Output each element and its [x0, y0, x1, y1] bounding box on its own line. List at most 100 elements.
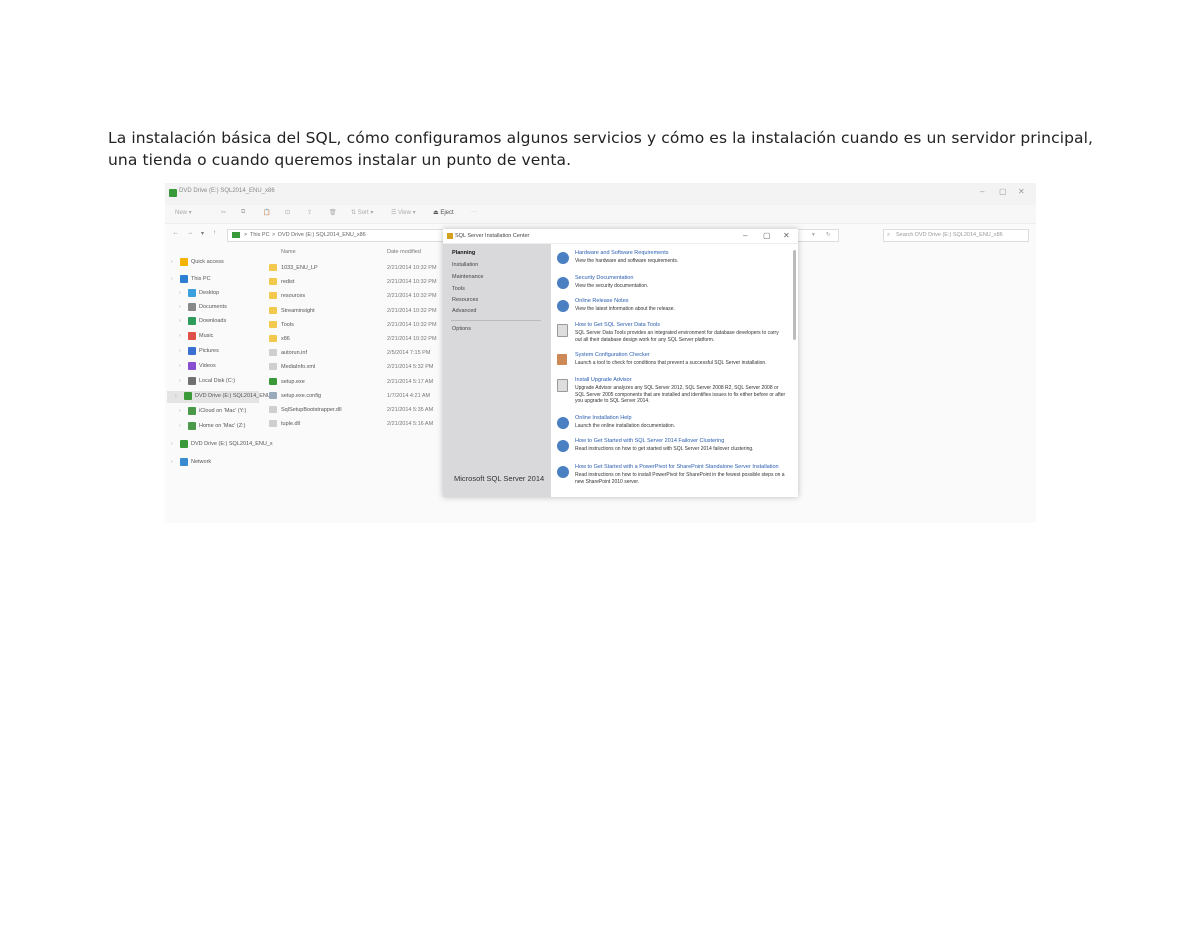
chevron-right-icon[interactable]: › — [179, 318, 181, 324]
sql-link-title[interactable]: How to Get Started with a PowerPivot for… — [575, 464, 779, 470]
file-row[interactable]: setup.exe.config 1/7/2014 4:21 AM — [269, 391, 449, 404]
share-icon[interactable]: ⇪ — [307, 209, 312, 216]
side-menu-item[interactable]: Maintenance — [452, 274, 484, 280]
file-icon — [269, 335, 277, 342]
nav-item[interactable]: › Quick access — [171, 257, 261, 269]
rename-icon[interactable]: ⊡ — [285, 209, 290, 216]
sql-link-title[interactable]: Install Upgrade Advisor — [575, 377, 632, 383]
more-button[interactable]: ··· — [471, 209, 477, 215]
chevron-right-icon[interactable]: › — [179, 304, 181, 310]
search-placeholder: Search DVD Drive (E:) SQL2014_ENU_x86 — [896, 232, 1003, 238]
delete-icon[interactable]: 🗑 — [329, 209, 337, 216]
file-icon — [269, 320, 277, 328]
nav-item-label: Home on 'Mac' (Z:) — [199, 423, 246, 429]
screenshot: DVD Drive (E:) SQL2014_ENU_x86 – ▢ ✕ New… — [165, 183, 1036, 523]
file-row[interactable]: SqlSetupBootstrapper.dll 2/21/2014 5:35 A… — [269, 405, 449, 418]
forward-icon[interactable]: → — [187, 230, 193, 236]
file-icon — [269, 278, 277, 286]
sql-link-title[interactable]: How to Get SQL Server Data Tools — [575, 322, 660, 328]
side-menu-item[interactable]: Resources — [452, 297, 478, 303]
cut-icon[interactable]: ✂ — [221, 209, 226, 216]
nav-item[interactable]: › Downloads — [171, 316, 261, 328]
chevron-right-icon[interactable]: › — [171, 441, 173, 447]
minimize-button[interactable]: – — [980, 187, 984, 196]
nav-item[interactable]: › Local Disk (C:) — [171, 376, 261, 388]
breadcrumb-drive[interactable]: DVD Drive (E:) SQL2014_ENU_x86 — [278, 232, 366, 238]
close-button[interactable]: ✕ — [1018, 187, 1025, 196]
back-icon[interactable]: ← — [173, 230, 179, 236]
eject-button[interactable]: ⏏ Eject — [433, 209, 454, 216]
copy-icon[interactable]: ⧉ — [241, 209, 245, 216]
file-row[interactable]: 1033_ENU_LP 2/21/2014 10:32 PM — [269, 263, 449, 276]
sql-link-title[interactable]: System Configuration Checker — [575, 352, 650, 358]
sql-close-button[interactable]: ✕ — [783, 231, 790, 240]
nav-item-label: DVD Drive (E:) SQL2014_ENU_x — [191, 441, 273, 447]
file-row[interactable]: autorun.inf 2/5/2014 7:15 PM — [269, 348, 449, 361]
nav-item[interactable]: › Network — [171, 457, 261, 469]
side-menu-item[interactable]: Advanced — [452, 308, 476, 314]
chevron-right-icon[interactable]: › — [179, 423, 181, 429]
chevron-right-icon[interactable]: › — [179, 333, 181, 339]
breadcrumb-this-pc[interactable]: This PC — [250, 232, 270, 238]
nav-item[interactable]: › Videos — [171, 361, 261, 373]
nav-item[interactable]: › Documents — [171, 302, 261, 314]
sql-maximize-button[interactable]: ▢ — [763, 231, 771, 240]
paste-icon[interactable]: 📋 — [263, 209, 270, 216]
file-icon — [269, 349, 277, 357]
nav-item[interactable]: › DVD Drive (E:) SQL2014_ENU — [167, 391, 271, 403]
file-row[interactable]: Tools 2/21/2014 10:32 PM — [269, 320, 449, 333]
side-menu-item[interactable]: Installation — [452, 262, 478, 268]
help-document-icon — [557, 300, 569, 312]
nav-item-icon — [188, 303, 196, 311]
column-name[interactable]: Name — [281, 249, 296, 255]
scrollbar[interactable] — [793, 250, 796, 340]
chevron-right-icon[interactable]: › — [179, 290, 181, 296]
sql-minimize-button[interactable]: – — [743, 231, 747, 240]
sql-link-title[interactable]: Hardware and Software Requirements — [575, 250, 669, 256]
refresh-icon[interactable]: ↻ — [826, 232, 831, 238]
chevron-right-icon[interactable]: › — [179, 378, 181, 384]
file-row[interactable]: resources 2/21/2014 10:32 PM — [269, 291, 449, 304]
chevron-right-icon[interactable]: › — [175, 393, 177, 399]
nav-item[interactable]: › DVD Drive (E:) SQL2014_ENU_x — [171, 439, 273, 451]
side-menu-item[interactable]: Planning — [452, 250, 475, 256]
file-name: 1033_ENU_LP — [281, 265, 318, 271]
file-row[interactable]: tuple.dll 2/21/2014 5:16 AM — [269, 419, 449, 432]
file-row[interactable]: redist 2/21/2014 10:32 PM — [269, 277, 449, 290]
file-row[interactable]: x86 2/21/2014 10:32 PM — [269, 334, 449, 347]
file-row[interactable]: Streaminsight 2/21/2014 10:32 PM — [269, 306, 449, 319]
sql-link-title[interactable]: Online Installation Help — [575, 415, 632, 421]
chevron-right-icon[interactable]: › — [179, 348, 181, 354]
chevron-right-icon[interactable]: › — [171, 459, 173, 465]
maximize-button[interactable]: ▢ — [999, 187, 1007, 196]
nav-item[interactable]: › Music — [171, 331, 261, 343]
new-button[interactable]: New ▾ — [175, 209, 192, 216]
sort-button[interactable]: ⇅ Sort ▾ — [351, 209, 373, 216]
side-menu-item[interactable]: Tools — [452, 286, 465, 292]
up-icon[interactable]: ↑ — [213, 230, 216, 236]
view-button[interactable]: ☰ View ▾ — [391, 209, 416, 216]
sql-link-title[interactable]: Online Release Notes — [575, 298, 629, 304]
chevron-right-icon[interactable]: › — [179, 363, 181, 369]
document-icon — [557, 379, 568, 392]
nav-item[interactable]: › Pictures — [171, 346, 261, 358]
chevron-right-icon[interactable]: › — [171, 259, 173, 265]
nav-item[interactable]: › Home on 'Mac' (Z:) — [171, 421, 261, 433]
sql-link-title[interactable]: Security Documentation — [575, 275, 633, 281]
file-row[interactable]: setup.exe 2/21/2014 5:17 AM — [269, 377, 449, 390]
sql-link-title[interactable]: How to Get Started with SQL Server 2014 … — [575, 438, 724, 444]
side-menu-item[interactable]: Options — [452, 326, 471, 332]
address-dropdown-icon[interactable]: ▾ — [812, 232, 815, 238]
nav-item[interactable]: › iCloud on 'Mac' (Y:) — [171, 406, 261, 418]
file-name: MediaInfo.xml — [281, 364, 316, 371]
nav-item[interactable]: › This PC — [171, 274, 261, 286]
file-icon — [269, 420, 277, 428]
chevron-right-icon[interactable]: › — [171, 276, 173, 282]
file-row[interactable]: MediaInfo.xml 2/21/2014 5:32 PM — [269, 362, 449, 375]
search-box[interactable]: ⌕ Search DVD Drive (E:) SQL2014_ENU_x86 — [883, 229, 1029, 242]
recent-locations-icon[interactable]: ▾ — [201, 230, 204, 237]
column-date-modified[interactable]: Date modified — [387, 249, 421, 255]
nav-item[interactable]: › Desktop — [171, 288, 261, 300]
chevron-right-icon[interactable]: › — [179, 408, 181, 414]
file-date: 2/21/2014 10:32 PM — [387, 265, 437, 271]
